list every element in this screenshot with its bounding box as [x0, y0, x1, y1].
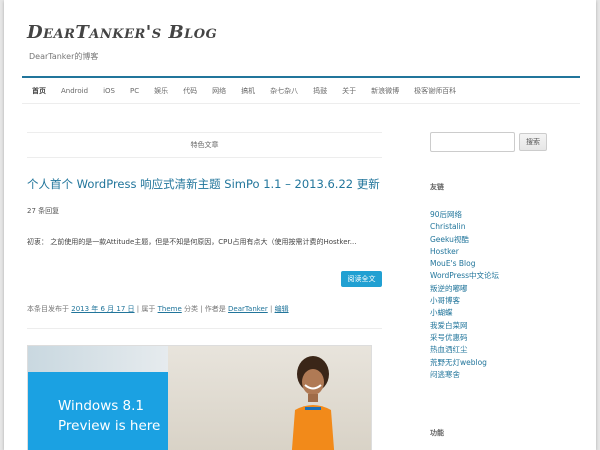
nav-item-misc[interactable]: 杂七杂八	[270, 86, 298, 96]
main-navigation: 首页 Android iOS PC 娱乐 代码 网络 搞机 杂七杂八 捣鼓 关于…	[22, 76, 580, 104]
search-input[interactable]	[430, 132, 515, 152]
links-widget-title: 友链	[430, 183, 444, 191]
read-more-button[interactable]: 阅读全文	[341, 271, 382, 287]
divider	[27, 328, 382, 329]
meta-prefix: 本条目发布于	[27, 305, 69, 313]
link-item[interactable]: MouE's Blog	[430, 258, 499, 270]
nav-item-about[interactable]: 关于	[342, 86, 356, 96]
link-item[interactable]: Geeku视酷	[430, 234, 499, 246]
meta-sep: | 属于	[136, 305, 156, 313]
link-item[interactable]: 叛逆的嘟嘟	[430, 283, 499, 295]
nav-item-tinker[interactable]: 捣鼓	[313, 86, 327, 96]
nav-item-geek-wiki[interactable]: 极客谢师百科	[414, 86, 456, 96]
post-excerpt: 初衷： 之前使用的是一款Attitude主题，但是不知是何原因，CPU占用有点大…	[27, 238, 357, 246]
image-caption-line2: Preview is here	[58, 418, 161, 434]
image-caption: Windows 8.1 Preview is here	[58, 396, 160, 436]
image-caption-line1: Windows 8.1	[58, 398, 145, 414]
link-item[interactable]: 采号优惠码	[430, 332, 499, 344]
links-list: 90后网络 Christalin Geeku视酷 Hostker MouE's …	[430, 209, 499, 381]
nav-item-code[interactable]: 代码	[183, 86, 197, 96]
site-description: DearTanker的博客	[29, 52, 99, 61]
person-illustration	[291, 356, 335, 450]
link-item[interactable]: 小蝴蝶	[430, 307, 499, 319]
post-date-link[interactable]: 2013 年 6 月 17 日	[71, 305, 134, 313]
nav-item-ios[interactable]: iOS	[103, 87, 115, 95]
edit-link[interactable]: 编辑	[275, 305, 289, 313]
nav-item-home[interactable]: 首页	[32, 86, 46, 96]
featured-label: 特色文章	[27, 132, 382, 158]
site-title[interactable]: DearTanker's Blog	[27, 22, 217, 43]
link-item[interactable]: 荒野无灯weblog	[430, 357, 499, 369]
author-link[interactable]: DearTanker	[228, 305, 268, 313]
category-link[interactable]: Theme	[158, 305, 182, 313]
link-item[interactable]: WordPress中文论坛	[430, 270, 499, 282]
page: DearTanker's Blog DearTanker的博客 首页 Andro…	[4, 0, 596, 450]
link-item[interactable]: Hostker	[430, 246, 499, 258]
post-title-link[interactable]: 个人首个 WordPress 响应式清新主题 SimPo 1.1 – 2013.…	[27, 176, 380, 192]
nav-item-android[interactable]: Android	[61, 87, 88, 95]
link-item[interactable]: 90后网络	[430, 209, 499, 221]
nav-item-hacking[interactable]: 搞机	[241, 86, 255, 96]
link-item[interactable]: 小哥博客	[430, 295, 499, 307]
image-backdrop	[28, 346, 168, 372]
nav-item-network[interactable]: 网络	[212, 86, 226, 96]
post-meta: 本条目发布于 2013 年 6 月 17 日 | 属于 Theme 分类 | 作…	[27, 304, 289, 314]
meta-sep: |	[269, 305, 273, 313]
functions-widget-title: 功能	[430, 429, 444, 437]
nav-item-entertainment[interactable]: 娱乐	[154, 86, 168, 96]
main-content: 特色文章 个人首个 WordPress 响应式清新主题 SimPo 1.1 – …	[27, 132, 382, 450]
link-item[interactable]: 闷逃寒舍	[430, 369, 499, 381]
comments-link[interactable]: 27 条回复	[27, 206, 59, 216]
nav-item-pc[interactable]: PC	[130, 87, 139, 95]
featured-image[interactable]: Windows 8.1 Preview is here	[27, 345, 372, 450]
link-item[interactable]: Christalin	[430, 221, 499, 233]
link-item[interactable]: 我爱白菜网	[430, 320, 499, 332]
meta-sep: 分类 | 作者是	[184, 305, 226, 313]
search-button[interactable]: 搜索	[519, 133, 547, 151]
nav-item-weibo[interactable]: 新浪微博	[371, 86, 399, 96]
link-item[interactable]: 热血洒红尘	[430, 344, 499, 356]
